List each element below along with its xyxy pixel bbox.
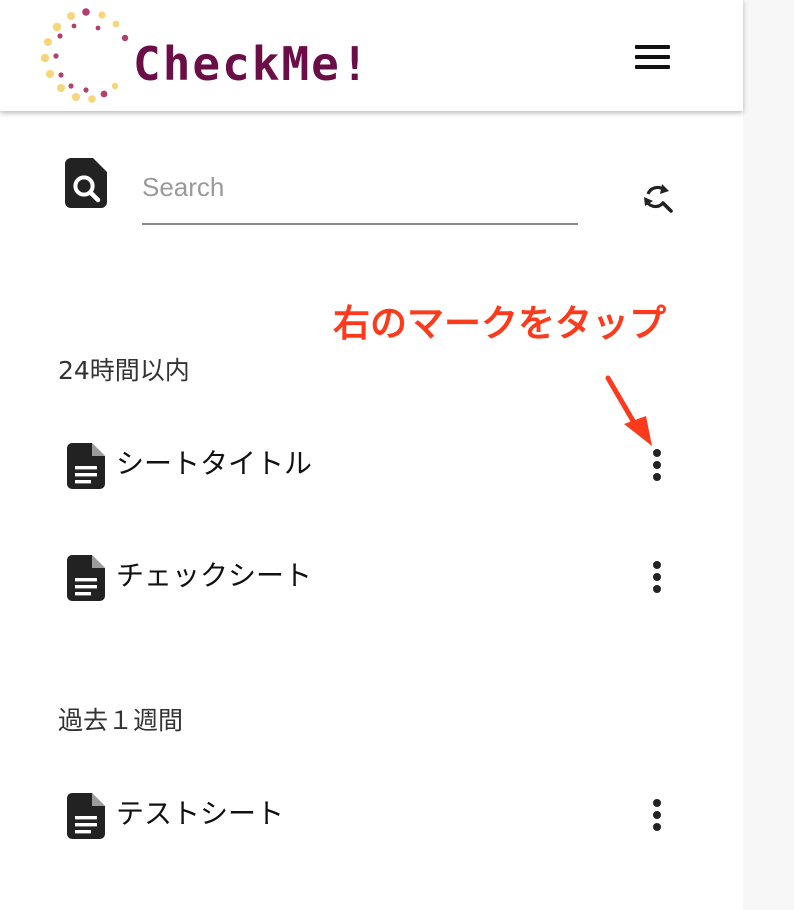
document-icon bbox=[67, 555, 105, 601]
section-title-past-week: 過去１週間 bbox=[58, 706, 184, 735]
sheet-title: テストシート bbox=[116, 797, 285, 830]
sheet-row[interactable]: チェックシート bbox=[0, 538, 743, 618]
search-bar bbox=[0, 111, 743, 281]
section-title-24h: 24時間以内 bbox=[58, 356, 190, 385]
search-document-icon bbox=[65, 158, 107, 208]
app-pane: CheckMe! 右のマークをタップ 24時間以内 bbox=[0, 0, 743, 910]
search-underline bbox=[142, 223, 578, 225]
search-field bbox=[142, 163, 578, 225]
document-icon bbox=[67, 443, 105, 489]
sheet-title: チェックシート bbox=[116, 559, 313, 592]
brand-name: CheckMe! bbox=[133, 37, 371, 91]
right-gutter bbox=[743, 0, 794, 910]
refresh-search-icon[interactable] bbox=[636, 177, 680, 221]
app-header: CheckMe! bbox=[0, 0, 743, 111]
more-vertical-icon[interactable] bbox=[636, 794, 678, 844]
more-vertical-icon[interactable] bbox=[636, 444, 678, 494]
document-icon bbox=[67, 793, 105, 839]
sheet-row[interactable]: シートタイトル bbox=[0, 426, 743, 506]
hamburger-menu-icon[interactable] bbox=[628, 38, 676, 76]
checkme-logo bbox=[40, 8, 129, 103]
sheet-row[interactable]: テストシート bbox=[0, 776, 743, 856]
search-input[interactable] bbox=[142, 163, 578, 211]
tap-instruction-annotation: 右のマークをタップ bbox=[333, 302, 666, 345]
sheet-title: シートタイトル bbox=[116, 447, 313, 480]
more-vertical-icon[interactable] bbox=[636, 556, 678, 606]
